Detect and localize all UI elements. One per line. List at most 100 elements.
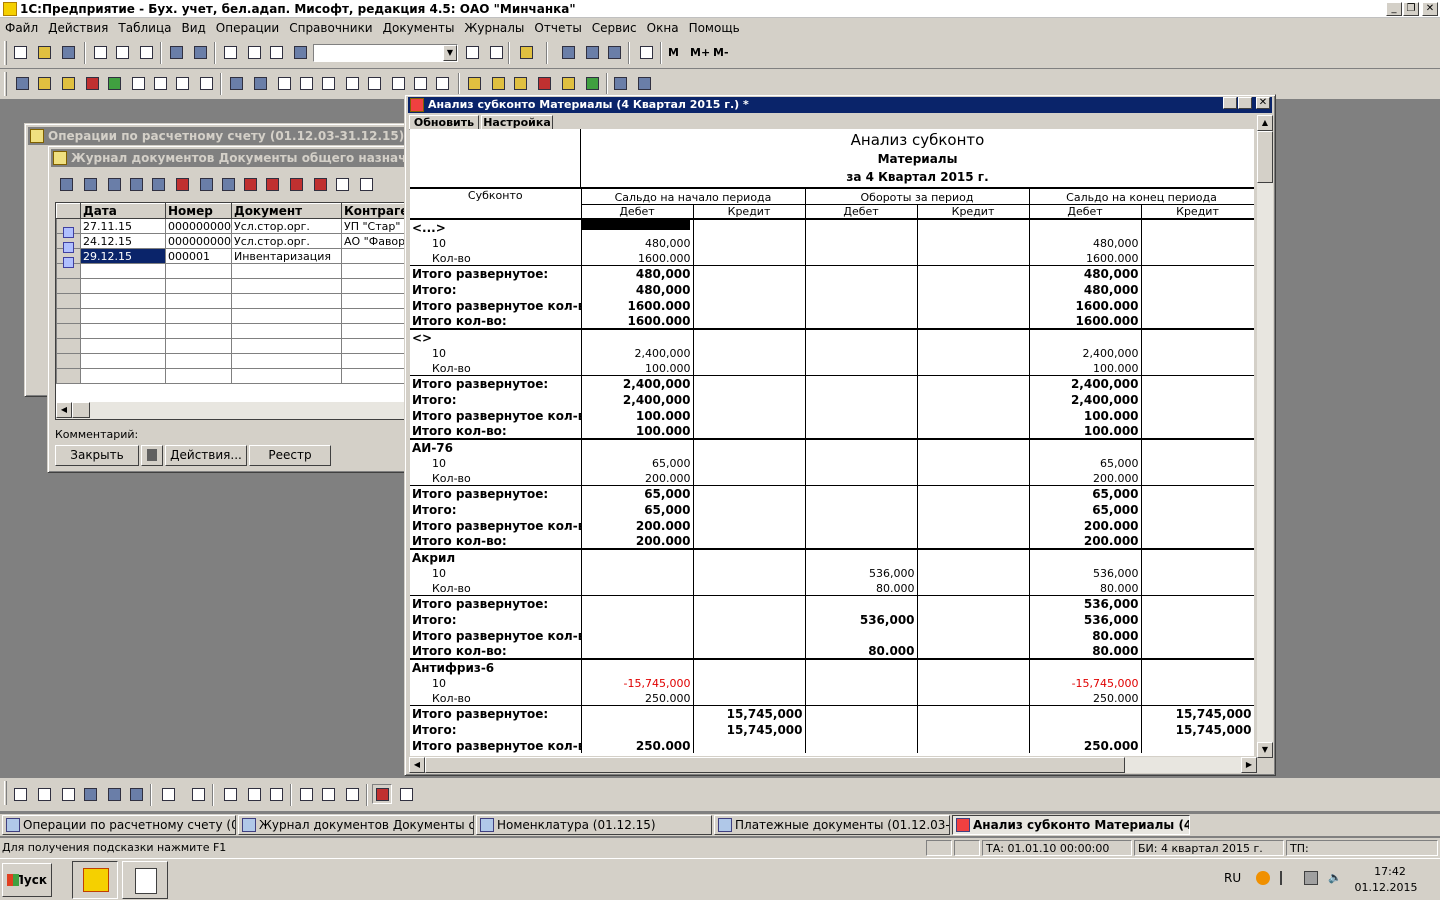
row-value[interactable]	[1141, 690, 1254, 705]
find-icon[interactable]	[290, 42, 310, 62]
registry-button[interactable]: Реестр	[249, 445, 331, 466]
bracket-left-icon[interactable]	[220, 784, 240, 804]
row-value[interactable]	[693, 533, 806, 549]
tool-1-icon[interactable]	[464, 73, 484, 93]
row-label[interactable]: Итого развернутое:	[410, 594, 582, 611]
row-value[interactable]	[693, 281, 806, 297]
row-value[interactable]	[917, 360, 1030, 375]
unpost-icon[interactable]	[262, 174, 282, 194]
row-label[interactable]: Итого:	[410, 281, 582, 297]
row-value[interactable]	[693, 423, 806, 439]
row-value[interactable]	[917, 470, 1030, 485]
menu-documents[interactable]: Документы	[378, 18, 460, 38]
globe-icon[interactable]	[610, 73, 630, 93]
chevron-down-icon[interactable]: ▼	[443, 45, 457, 61]
row-value[interactable]	[917, 704, 1030, 721]
row-value[interactable]	[805, 658, 918, 675]
row-label[interactable]: Итого развернутое:	[410, 264, 582, 281]
row-label[interactable]: Итого развернутое кол-во:	[410, 297, 582, 313]
row-value[interactable]	[917, 484, 1030, 501]
row-value[interactable]	[1141, 297, 1254, 313]
row-value[interactable]	[805, 423, 918, 439]
row-value[interactable]	[805, 533, 918, 549]
row-value[interactable]	[917, 391, 1030, 407]
refresh-tab[interactable]: Обновить	[409, 115, 479, 130]
row-label[interactable]: Антифриз-6	[410, 658, 582, 675]
language-indicator[interactable]: RU	[1224, 871, 1241, 885]
row-value[interactable]	[581, 721, 694, 737]
row-value[interactable]	[693, 501, 806, 517]
row-value[interactable]: 480,000	[581, 264, 694, 281]
interval-icon[interactable]	[196, 174, 216, 194]
row-value[interactable]	[693, 643, 806, 659]
row-value[interactable]: 536,000	[1029, 611, 1142, 627]
row-value[interactable]: 65,000	[1029, 501, 1142, 517]
col-number[interactable]: Номер	[165, 203, 232, 219]
close-journal-button[interactable]: Закрыть	[55, 445, 139, 466]
task-operations[interactable]: Операции по расчетному счету (01.12...	[2, 815, 236, 835]
row-value[interactable]	[693, 611, 806, 627]
row-value[interactable]	[917, 594, 1030, 611]
row-value[interactable]	[581, 704, 694, 721]
undo-icon[interactable]	[244, 42, 264, 62]
row-value[interactable]: 250.000	[581, 690, 694, 705]
message-icon[interactable]	[604, 42, 624, 62]
row-value[interactable]	[1141, 675, 1254, 690]
row-value[interactable]	[1141, 345, 1254, 360]
menu-file[interactable]: Файл	[0, 18, 43, 38]
scroll-right-icon[interactable]: ▶	[1241, 757, 1257, 773]
menu-reports[interactable]: Отчеты	[529, 18, 586, 38]
row-value[interactable]	[805, 407, 918, 423]
settings-tab[interactable]: Настройка	[481, 115, 553, 130]
row-value[interactable]	[1141, 737, 1254, 753]
row-value[interactable]	[1029, 438, 1142, 455]
row-value[interactable]: 200.000	[1029, 533, 1142, 549]
row-value[interactable]: 100.000	[581, 360, 694, 375]
row-value[interactable]	[805, 517, 918, 533]
menu-windows[interactable]: Окна	[642, 18, 684, 38]
row-value[interactable]	[1141, 264, 1254, 281]
row-value[interactable]	[917, 423, 1030, 439]
print-icon[interactable]	[166, 42, 186, 62]
row-value[interactable]	[805, 313, 918, 329]
tool-4-icon[interactable]	[534, 73, 554, 93]
row-value[interactable]	[693, 218, 806, 235]
row-value[interactable]	[917, 438, 1030, 455]
row-value[interactable]: 65,000	[581, 484, 694, 501]
row-value[interactable]	[1141, 484, 1254, 501]
row-value[interactable]	[805, 391, 918, 407]
row-label[interactable]: Итого развернутое:	[410, 374, 582, 391]
replace-icon[interactable]	[486, 42, 506, 62]
minimize-button[interactable]: _	[1386, 2, 1402, 16]
row-value[interactable]: 80.000	[1029, 580, 1142, 595]
table-row[interactable]: 24.12.15 0000000002 Усл.стор.орг. АО "Фавор…	[56, 233, 414, 253]
journal-hscrollbar[interactable]: ◀	[56, 402, 414, 419]
operations-window-title[interactable]: Операции по расчетному счету (01.12.03-3…	[28, 127, 416, 145]
menu-catalogs[interactable]: Справочники	[284, 18, 377, 38]
row-value[interactable]	[917, 281, 1030, 297]
memory-button[interactable]: M	[668, 46, 679, 59]
row-label[interactable]: Кол-во	[410, 250, 582, 265]
menu-table[interactable]: Таблица	[113, 18, 176, 38]
row-value[interactable]	[917, 675, 1030, 690]
row-value[interactable]	[693, 580, 806, 595]
tool-5-icon[interactable]	[558, 73, 578, 93]
group-icon[interactable]	[188, 784, 208, 804]
invoice-icon[interactable]	[196, 73, 216, 93]
row-value[interactable]: 80.000	[805, 643, 918, 659]
cut-icon[interactable]	[90, 42, 110, 62]
row-value[interactable]	[693, 675, 806, 690]
row-value[interactable]	[805, 470, 918, 485]
row-value[interactable]	[693, 250, 806, 265]
row-value[interactable]	[917, 737, 1030, 753]
row-label[interactable]: Итого развернутое кол-во:	[410, 517, 582, 533]
row-value[interactable]	[1141, 455, 1254, 470]
row-value[interactable]: 536,000	[1029, 565, 1142, 580]
row-value[interactable]	[1141, 423, 1254, 439]
line-icon[interactable]	[10, 784, 30, 804]
row-value[interactable]	[693, 517, 806, 533]
report-5-icon[interactable]	[318, 73, 338, 93]
row-value[interactable]	[581, 328, 694, 345]
row-value[interactable]	[693, 658, 806, 675]
row-value[interactable]	[805, 360, 918, 375]
